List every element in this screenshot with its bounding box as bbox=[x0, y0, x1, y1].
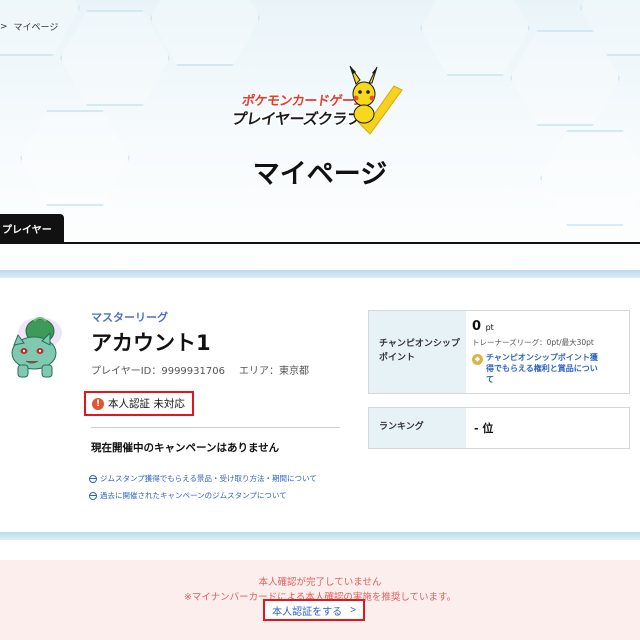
rewards-link-line2: 得でもらえる権利と賞品につい bbox=[486, 363, 598, 373]
coin-icon: ◆ bbox=[472, 354, 483, 365]
hex-decoration bbox=[60, 10, 170, 106]
page-title: マイページ bbox=[252, 159, 388, 190]
ranking-box: ランキング - 位 bbox=[368, 407, 630, 449]
player-meta: プレイヤーID：9999931706 エリア：東京都 bbox=[91, 362, 309, 377]
verification-status-text: 本人認証 未対応 bbox=[108, 398, 185, 410]
championship-points: 0 pt bbox=[472, 319, 598, 334]
rewards-link-line1: チャンピオンシップポイント獲 bbox=[486, 353, 598, 362]
tab-player[interactable]: プレイヤー bbox=[0, 214, 64, 243]
breadcrumb-current: マイページ bbox=[13, 23, 59, 33]
section-top-band bbox=[0, 270, 640, 278]
section-bottom-band bbox=[0, 532, 640, 540]
players-club-logo[interactable]: ポケモンカードゲーム プレイヤーズクラブ bbox=[228, 64, 408, 144]
league-label: マスターリーグ bbox=[91, 311, 168, 324]
championship-rewards-link[interactable]: ◆ チャンピオンシップポイント獲 得でもらえる権利と賞品につい て bbox=[472, 353, 598, 385]
player-id: プレイヤーID：9999931706 bbox=[91, 366, 225, 377]
ranking-value: - 位 bbox=[474, 422, 494, 435]
account-name: アカウント1 bbox=[91, 331, 211, 355]
pikachu-checkmark-icon bbox=[349, 65, 403, 135]
trainers-league-note: トレーナーズリーグ：0pt/最大30pt bbox=[472, 338, 594, 347]
player-area: エリア：東京都 bbox=[238, 366, 309, 377]
championship-points-value: 0 pt トレーナーズリーグ：0pt/最大30pt ◆ チャンピオンシップポイン… bbox=[466, 311, 598, 393]
gym-stamp-prize-link[interactable]: ジムスタンプ獲得でもらえる景品・受け取り方法・期間について bbox=[89, 473, 317, 484]
championship-label-line1: チャンピオンシップ bbox=[379, 339, 460, 350]
campaign-heading: 現在開催中のキャンペーンはありません bbox=[91, 442, 280, 454]
breadcrumb: > マイページ bbox=[0, 20, 59, 34]
gym-stamp-prize-link-label: ジムスタンプ獲得でもらえる景品・受け取り方法・期間について bbox=[100, 474, 317, 483]
warning-icon: ! bbox=[92, 397, 104, 410]
divider bbox=[91, 427, 340, 428]
championship-label-line2: ポイント bbox=[379, 353, 416, 363]
notice-line1: 本人確認が完了していません bbox=[258, 577, 382, 588]
tab-bar-line bbox=[0, 242, 640, 244]
bulbasaur-avatar-icon bbox=[11, 317, 62, 378]
hex-decoration bbox=[420, 0, 530, 76]
chevron-right-icon: > bbox=[350, 604, 356, 616]
points-unit: pt bbox=[485, 323, 494, 332]
ranking-label: ランキング bbox=[369, 408, 466, 448]
logo-line2: プレイヤーズクラブ bbox=[230, 110, 363, 128]
pokeball-icon bbox=[89, 491, 97, 500]
breadcrumb-separator: > bbox=[0, 21, 8, 32]
verify-identity-button-label: 本人認証をする bbox=[272, 606, 343, 618]
past-campaign-link-label: 過去に開催されたキャンペーンのジムスタンプについて bbox=[100, 491, 287, 500]
pokeball-icon bbox=[89, 474, 97, 483]
championship-points-box: チャンピオンシップ ポイント 0 pt トレーナーズリーグ：0pt/最大30pt… bbox=[368, 310, 630, 394]
past-campaign-link[interactable]: 過去に開催されたキャンペーンのジムスタンプについて bbox=[89, 490, 287, 501]
verify-identity-button[interactable]: 本人認証をする > bbox=[263, 599, 365, 621]
points-number: 0 bbox=[472, 319, 482, 334]
rewards-link-line3: て bbox=[486, 374, 494, 384]
verification-status-badge: ! 本人認証 未対応 bbox=[84, 391, 194, 416]
championship-points-label: チャンピオンシップ ポイント bbox=[369, 311, 466, 393]
